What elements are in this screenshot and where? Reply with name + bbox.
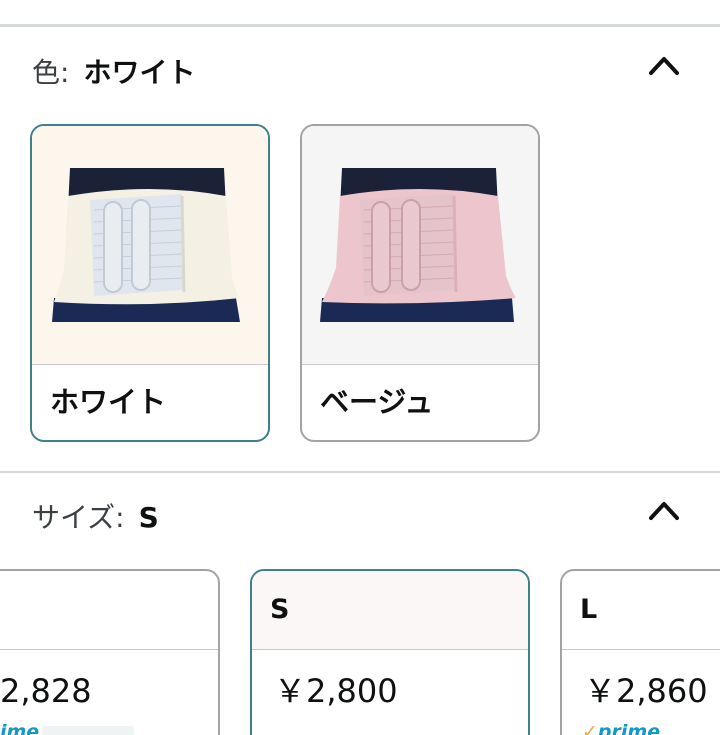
size-option-l-price: ￥2,860 <box>584 672 708 710</box>
color-option-beige-image <box>302 126 538 364</box>
chevron-up-icon[interactable] <box>646 52 682 78</box>
section-divider <box>0 471 720 473</box>
size-selected-value: S <box>138 501 159 534</box>
size-option-price: 2,828 <box>0 672 92 710</box>
color-section-header: 色: ホワイト <box>32 56 195 90</box>
size-option-s-price: ￥2,800 <box>274 672 398 710</box>
check-icon: ✓ <box>582 721 598 735</box>
color-option-beige-label: ベージュ <box>320 385 434 419</box>
size-option-card[interactable]: 2,828 ime <box>0 569 220 735</box>
size-option-s-label: S <box>270 594 290 625</box>
size-option-l[interactable]: L ￥2,860 ✓prime <box>560 569 720 735</box>
prime-badge: ✓prime <box>582 721 660 735</box>
color-option-white[interactable]: ホワイト <box>30 124 270 442</box>
product-variation-panel: 色: ホワイト ホワイト ベージュ サイズ: S 2,828 ime S ￥2,… <box>0 0 720 735</box>
top-divider <box>0 24 720 27</box>
size-label: サイズ: <box>32 501 125 534</box>
chevron-up-icon[interactable] <box>646 497 682 523</box>
color-option-white-label: ホワイト <box>50 385 167 419</box>
color-option-beige[interactable]: ベージュ <box>300 124 540 442</box>
size-option-l-label: L <box>580 594 598 625</box>
color-option-white-image <box>32 126 268 364</box>
color-selected-value: ホワイト <box>83 56 196 89</box>
color-label: 色: <box>32 56 70 89</box>
size-option-s[interactable]: S ￥2,800 <box>250 569 530 735</box>
prime-badge: ime <box>0 721 40 735</box>
size-section-header: サイズ: S <box>32 501 159 535</box>
